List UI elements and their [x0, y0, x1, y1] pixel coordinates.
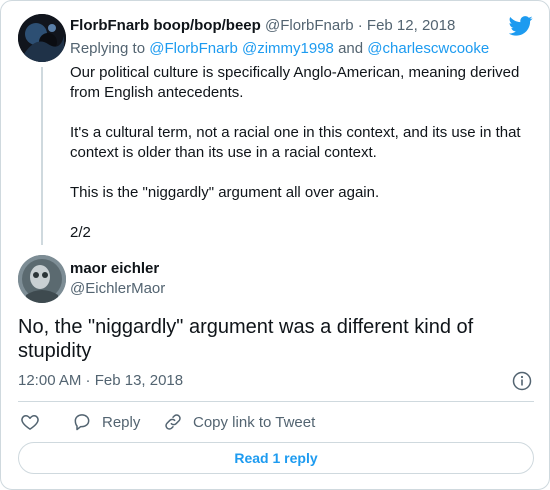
- thread-connector-line: [41, 67, 43, 245]
- info-icon[interactable]: [512, 371, 532, 391]
- tweet-paragraph: This is the "niggardly" argument all ove…: [70, 184, 380, 201]
- reply-handle-link[interactable]: @zimmy1998: [242, 40, 334, 57]
- tweet1-text: Our political culture is specifically An…: [70, 63, 530, 243]
- read-replies-button[interactable]: Read 1 reply: [18, 442, 534, 474]
- copy-link-button[interactable]: Copy link to Tweet: [163, 411, 315, 433]
- author-name[interactable]: FlorbFnarb boop/bop/beep: [70, 17, 261, 34]
- header-separator: ·: [357, 17, 363, 34]
- tweet-timestamp[interactable]: 12:00 AM · Feb 13, 2018: [18, 371, 183, 391]
- replying-to-conjunction: and: [338, 40, 364, 57]
- avatar-florbfnarb[interactable]: [18, 14, 66, 62]
- embedded-tweet-card: FlorbFnarb boop/bop/beep @FlorbFnarb · F…: [0, 0, 550, 490]
- like-button[interactable]: [20, 411, 40, 433]
- author-name[interactable]: maor eichler: [70, 259, 159, 279]
- heart-icon: [21, 415, 39, 430]
- reply-handle-link[interactable]: @charlescwcooke: [367, 40, 489, 57]
- reply-button[interactable]: Reply: [72, 411, 140, 433]
- actions-divider: [18, 401, 534, 402]
- reply-handle-link[interactable]: @FlorbFnarb: [149, 40, 238, 57]
- tweet-paragraph: 2/2: [70, 224, 91, 241]
- replying-to-prefix: Replying to: [70, 40, 146, 57]
- tweet-paragraph: Our political culture is specifically An…: [70, 64, 520, 101]
- tweet-paragraph: It's a cultural term, not a racial one i…: [70, 124, 521, 161]
- author-handle[interactable]: @EichlerMaor: [70, 279, 165, 299]
- reply-label: Reply: [102, 413, 141, 431]
- avatar-eichlermaor[interactable]: [18, 255, 66, 303]
- read-replies-label: Read 1 reply: [234, 450, 318, 466]
- tweet-date[interactable]: Feb 12, 2018: [367, 17, 455, 34]
- replying-to-line: Replying to @FlorbFnarb @zimmy1998 and @…: [70, 39, 489, 59]
- copy-link-label: Copy link to Tweet: [193, 413, 316, 431]
- tweet2-text: No, the "niggardly" argument was a diffe…: [18, 316, 474, 362]
- speech-bubble-icon: [74, 414, 90, 431]
- twitter-bird-icon[interactable]: [509, 15, 533, 37]
- author-handle[interactable]: @FlorbFnarb: [265, 17, 354, 34]
- tweet1-header: FlorbFnarb boop/bop/beep @FlorbFnarb · F…: [70, 16, 455, 36]
- link-icon: [165, 414, 181, 430]
